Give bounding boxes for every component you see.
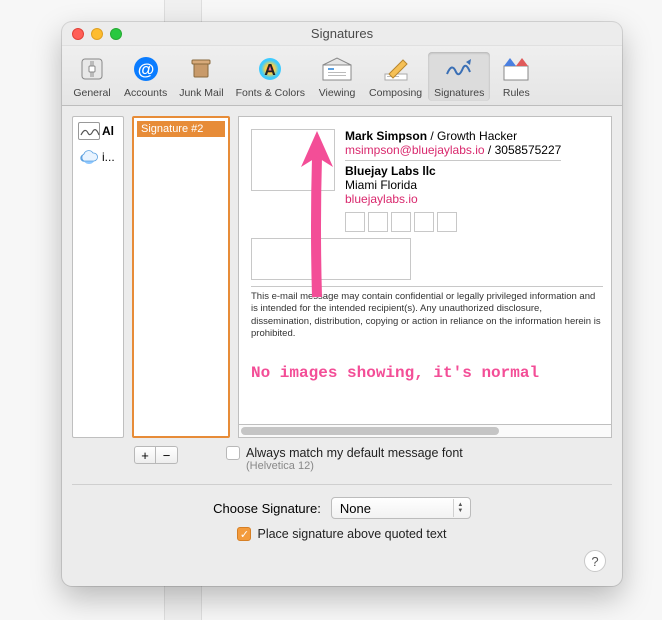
place-above-checkbox[interactable]: ✓ Place signature above quoted text xyxy=(237,527,446,541)
svg-text:@: @ xyxy=(137,60,154,79)
close-button[interactable] xyxy=(72,28,84,40)
tab-general[interactable]: General xyxy=(66,52,118,101)
sig-role: Growth Hacker xyxy=(437,129,517,143)
account-icloud[interactable]: i... xyxy=(76,146,120,168)
icloud-icon xyxy=(78,148,100,166)
tab-fonts[interactable]: A Fonts & Colors xyxy=(230,52,311,101)
image-placeholder xyxy=(251,129,335,191)
titlebar: Signatures xyxy=(62,22,622,46)
pencil-icon xyxy=(383,56,409,82)
divider xyxy=(72,484,612,485)
tab-junk[interactable]: Junk Mail xyxy=(173,52,229,101)
signature-thumb-icon xyxy=(78,122,100,140)
signature-item[interactable]: Signature #2 xyxy=(137,121,225,137)
window-title: Signatures xyxy=(311,26,373,41)
signature-icon xyxy=(444,56,474,82)
svg-text:A: A xyxy=(265,62,277,79)
add-signature-button[interactable]: + xyxy=(134,446,156,464)
checkbox-icon xyxy=(226,446,240,460)
choose-signature-label: Choose Signature: xyxy=(213,501,321,516)
window-controls xyxy=(72,28,122,40)
tab-viewing[interactable]: Viewing xyxy=(311,52,363,101)
remove-signature-button[interactable]: − xyxy=(156,446,178,464)
help-button[interactable]: ? xyxy=(584,550,606,572)
social-placeholder xyxy=(414,212,434,232)
at-icon: @ xyxy=(132,55,160,83)
social-placeholder xyxy=(345,212,365,232)
sig-location: Miami Florida xyxy=(345,178,561,192)
social-placeholder xyxy=(437,212,457,232)
preferences-window: Signatures General @ Accounts Junk Mail … xyxy=(62,22,622,586)
accounts-list[interactable]: Al i... xyxy=(72,116,124,438)
tab-accounts[interactable]: @ Accounts xyxy=(118,52,173,101)
social-placeholder xyxy=(368,212,388,232)
fonts-icon: A xyxy=(256,55,284,83)
sig-phone: 3058575227 xyxy=(495,143,562,157)
match-font-checkbox[interactable]: Always match my default message font xyxy=(226,446,463,460)
tab-rules[interactable]: Rules xyxy=(490,52,542,101)
annotation-text: No images showing, it's normal xyxy=(251,364,539,382)
banner-placeholder xyxy=(251,238,411,280)
trash-icon xyxy=(187,55,215,83)
signature-preview[interactable]: Mark Simpson / Growth Hacker msimpson@bl… xyxy=(238,116,612,424)
zoom-button[interactable] xyxy=(110,28,122,40)
sig-company: Bluejay Labs llc xyxy=(345,164,436,178)
sig-site: bluejaylabs.io xyxy=(345,192,561,206)
match-font-sublabel: (Helvetica 12) xyxy=(246,460,463,472)
checkbox-checked-icon: ✓ xyxy=(237,527,251,541)
sig-disclaimer: This e-mail message may contain confiden… xyxy=(251,286,603,340)
choose-signature-select[interactable]: None xyxy=(331,497,471,519)
account-all[interactable]: Al xyxy=(76,120,120,142)
sig-email: msimpson@bluejaylabs.io xyxy=(345,143,485,157)
social-placeholder xyxy=(391,212,411,232)
slider-icon xyxy=(79,56,105,82)
sig-name: Mark Simpson xyxy=(345,129,427,143)
rules-icon xyxy=(502,56,530,82)
minimize-button[interactable] xyxy=(91,28,103,40)
horizontal-scrollbar[interactable] xyxy=(238,424,612,438)
prefs-toolbar: General @ Accounts Junk Mail A Fonts & C… xyxy=(62,46,622,106)
tab-composing[interactable]: Composing xyxy=(363,52,428,101)
signature-list[interactable]: Signature #2 xyxy=(132,116,230,438)
envelope-open-icon xyxy=(322,57,352,81)
tab-signatures[interactable]: Signatures xyxy=(428,52,490,101)
add-remove-controls: + − xyxy=(134,446,178,464)
